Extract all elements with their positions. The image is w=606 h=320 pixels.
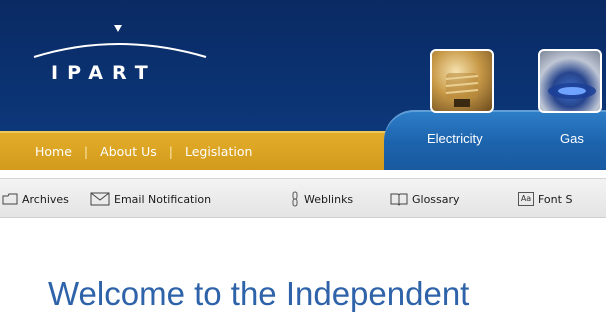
weblinks-link[interactable]: Weblinks — [290, 191, 353, 207]
light-bulb-icon[interactable] — [430, 49, 494, 113]
nav-separator: | — [83, 144, 89, 159]
nav-item-legislation[interactable]: Legislation — [185, 144, 252, 159]
nav-item-home[interactable]: Home — [35, 144, 72, 159]
book-icon — [390, 193, 408, 206]
glossary-link[interactable]: Glossary — [390, 191, 460, 207]
chain-link-icon — [292, 191, 298, 207]
archives-label: Archives — [22, 192, 69, 206]
font-size-label: Font S — [538, 192, 573, 206]
burner-flame-icon — [548, 83, 596, 99]
main-nav: Home | About Us | Legislation — [0, 131, 392, 170]
email-notification-link[interactable]: Email Notification — [90, 191, 211, 207]
envelope-icon — [90, 192, 110, 206]
logo-text: IPART — [51, 62, 157, 84]
nav-separator: | — [168, 144, 173, 159]
bulb-thread-icon — [445, 73, 479, 107]
ipart-homepage: IPART Home | About Us | Legislation Elec… — [0, 0, 606, 320]
gas-burner-icon[interactable] — [538, 49, 602, 113]
tab-electricity[interactable]: Electricity — [427, 131, 483, 146]
page-title: Welcome to the Independent — [48, 275, 470, 312]
nav-item-about-us[interactable]: About Us — [100, 144, 157, 159]
email-notification-label: Email Notification — [114, 192, 212, 206]
tab-gas[interactable]: Gas — [560, 131, 584, 146]
font-size-icon: Aa — [518, 192, 534, 206]
folder-icon — [2, 193, 18, 205]
utility-toolbar: Archives Email Notification Weblinks Glo… — [0, 178, 606, 218]
glossary-label: Glossary — [412, 192, 460, 206]
font-size-link[interactable]: Aa Font S — [518, 191, 572, 207]
archives-link[interactable]: Archives — [2, 191, 69, 207]
weblinks-label: Weblinks — [304, 192, 354, 206]
